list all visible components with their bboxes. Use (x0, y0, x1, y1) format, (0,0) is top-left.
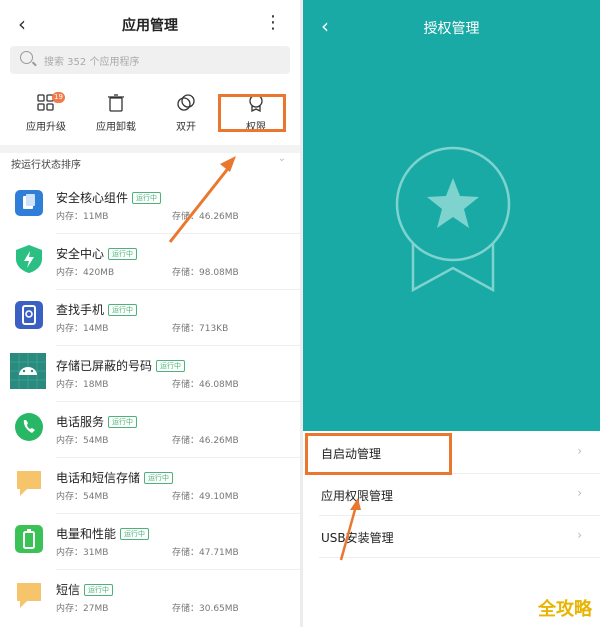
screenshot-composite: ‹ 应用管理 ⋮ 搜索 352 个应用程序 19 应用升级 应用卸载 双开 权限… (0, 0, 600, 627)
watermark: 全攻略 (538, 599, 592, 620)
arrow-to-permissions (168, 165, 232, 243)
arrow-to-app-permissions (339, 505, 358, 561)
arrowhead (220, 156, 236, 172)
annotation-arrows (168, 156, 361, 561)
arrowhead (350, 498, 361, 510)
